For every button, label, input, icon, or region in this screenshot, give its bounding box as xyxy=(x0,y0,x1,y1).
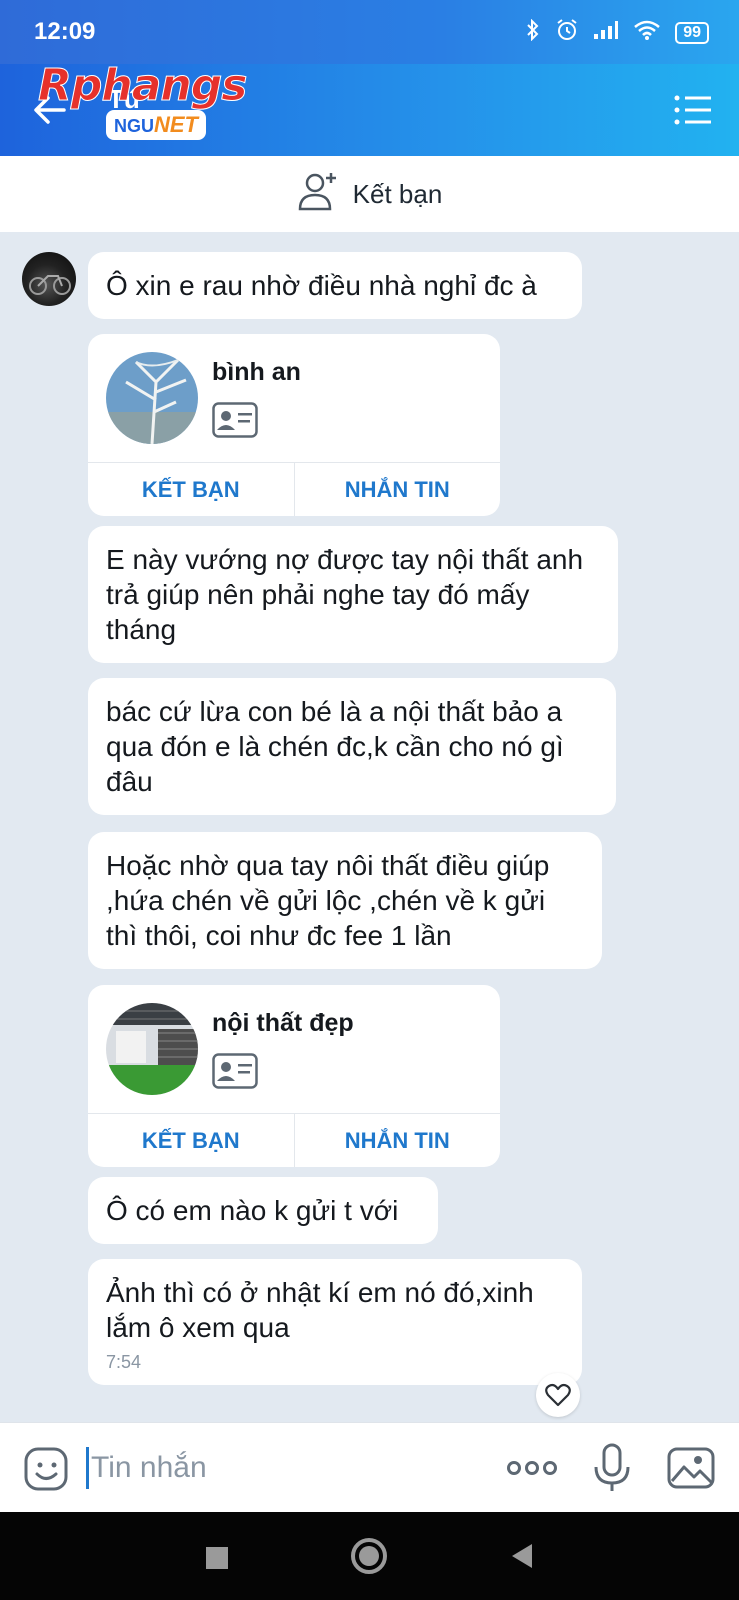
system-nav-bar xyxy=(0,1512,739,1600)
watermark-text: Rphangs xyxy=(38,60,248,112)
microphone-icon[interactable] xyxy=(590,1443,640,1493)
add-friend-button[interactable]: KẾT BẠN xyxy=(88,463,294,516)
contact-card[interactable]: bình an KẾT BẠN NHẮN TIN xyxy=(88,334,500,516)
message-input[interactable]: Tin nhắn xyxy=(86,1445,466,1491)
message-text: bác cứ lừa con bé là a nội thất bảo a qu… xyxy=(106,696,564,797)
menu-list-icon[interactable] xyxy=(673,94,713,126)
text-caret xyxy=(86,1447,89,1489)
watermark-logo: Rphangs NGUNET xyxy=(38,60,258,140)
contact-card-actions: KẾT BẠN NHẮN TIN xyxy=(88,1113,500,1167)
message-time: 7:54 xyxy=(106,1352,142,1372)
more-dots-icon[interactable] xyxy=(506,1445,557,1495)
contact-card-icon xyxy=(212,402,258,438)
message-bubble[interactable]: bác cứ lừa con bé là a nội thất bảo a qu… xyxy=(88,678,616,815)
chat-header: Tú Rphangs NGUNET xyxy=(0,60,739,156)
nav-back-triangle-icon[interactable] xyxy=(500,1534,544,1578)
send-message-button[interactable]: NHẮN TIN xyxy=(293,1114,501,1167)
add-friend-bar[interactable]: Kết bạn xyxy=(0,156,739,232)
heart-icon[interactable] xyxy=(536,1373,580,1417)
message-bubble[interactable]: Ô xin e rau nhờ điều nhà nghỉ đc à xyxy=(88,252,582,319)
add-friend-icon xyxy=(297,171,339,218)
alarm-icon xyxy=(555,18,579,48)
contact-card-name: bình an xyxy=(212,358,301,386)
bluetooth-icon xyxy=(525,18,541,47)
contact-card-name: nội thất đẹp xyxy=(212,1009,354,1037)
message-text: Ô xin e rau nhờ điều nhà nghỉ đc à xyxy=(106,270,537,301)
add-friend-button[interactable]: KẾT BẠN xyxy=(88,1114,294,1167)
message-text: Ảnh thì có ở nhật kí em nó đó,xinh lắm ô… xyxy=(106,1277,534,1343)
contact-card-icon xyxy=(212,1053,258,1089)
contact-card-avatar[interactable] xyxy=(106,1003,198,1095)
status-time: 12:09 xyxy=(34,18,96,45)
nav-square-icon[interactable] xyxy=(195,1536,239,1580)
status-icons: 99 xyxy=(525,18,709,48)
emoji-icon[interactable] xyxy=(22,1443,72,1493)
message-text: Ô có em nào k gửi t với xyxy=(106,1195,399,1226)
message-bubble[interactable]: Hoặc nhờ qua tay nôi thất điều giúp ,hứa… xyxy=(88,832,602,969)
message-bubble[interactable]: Ảnh thì có ở nhật kí em nó đó,xinh lắm ô… xyxy=(88,1259,582,1385)
contact-card-actions: KẾT BẠN NHẮN TIN xyxy=(88,462,500,516)
message-input-placeholder: Tin nhắn xyxy=(91,1451,207,1484)
nav-circle-icon[interactable] xyxy=(347,1534,391,1578)
contact-card[interactable]: nội thất đẹp KẾT BẠN NHẮN TIN xyxy=(88,985,500,1167)
battery-indicator: 99 xyxy=(675,22,709,44)
status-bar: 12:09 99 xyxy=(0,0,739,64)
message-input-bar: Tin nhắn xyxy=(0,1422,739,1512)
image-icon[interactable] xyxy=(666,1443,716,1493)
add-friend-label: Kết bạn xyxy=(352,178,443,209)
send-message-button[interactable]: NHẮN TIN xyxy=(293,463,501,516)
message-text: Hoặc nhờ qua tay nôi thất điều giúp ,hứa… xyxy=(106,850,550,951)
message-bubble[interactable]: Ô có em nào k gửi t với xyxy=(88,1177,438,1244)
contact-card-avatar[interactable] xyxy=(106,352,198,444)
message-bubble[interactable]: E này vướng nợ được tay nội thất anh trả… xyxy=(88,526,618,663)
sender-avatar[interactable] xyxy=(22,252,76,306)
wifi-icon xyxy=(633,19,661,47)
message-text: E này vướng nợ được tay nội thất anh trả… xyxy=(106,544,584,645)
watermark-badge: NGUNET xyxy=(106,110,206,140)
signal-icon xyxy=(593,20,619,46)
